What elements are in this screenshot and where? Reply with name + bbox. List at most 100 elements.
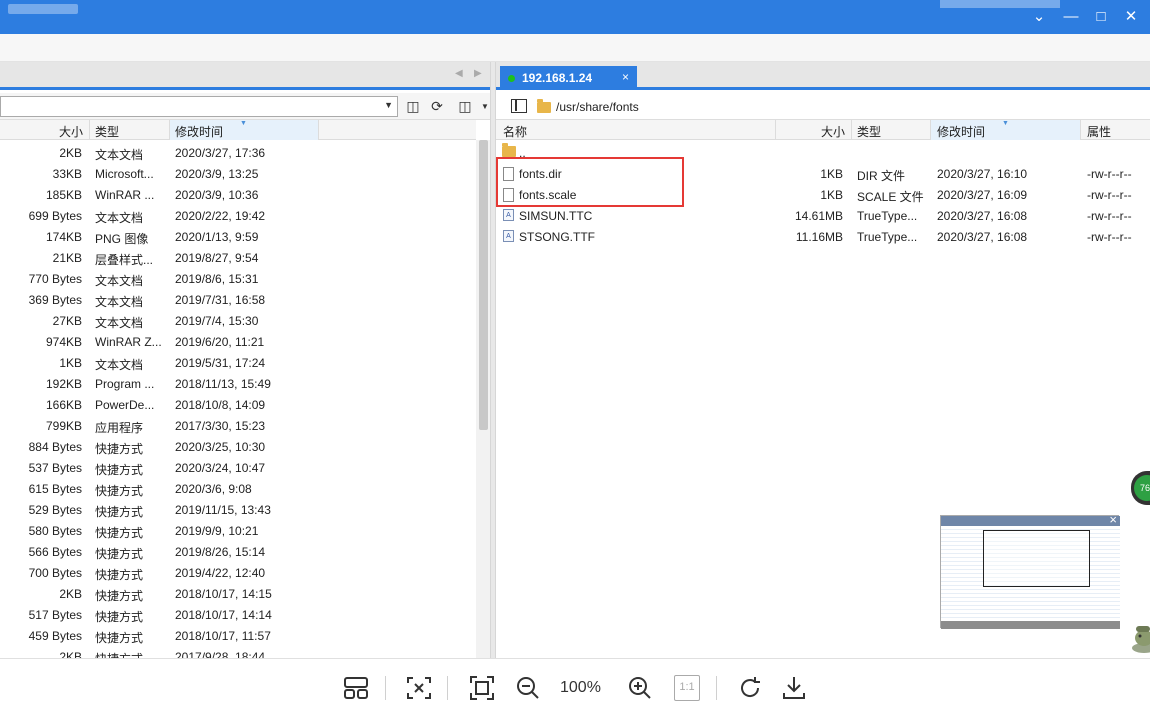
col-type[interactable]: 类型	[857, 123, 881, 140]
table-row[interactable]: 517 Bytes 快捷方式 2018/10/17, 14:14	[0, 604, 476, 625]
table-row[interactable]: 185KB WinRAR ... 2020/3/9, 10:36	[0, 184, 476, 205]
col-type[interactable]: 类型	[95, 123, 119, 140]
col-modified[interactable]: 修改时间	[937, 123, 985, 140]
download-icon[interactable]	[781, 675, 807, 701]
chevron-down-icon[interactable]: ⌄	[1024, 6, 1054, 28]
zoom-in-icon[interactable]	[627, 675, 653, 701]
cell-size: 537 Bytes	[28, 461, 82, 475]
local-path-bar: ▼ ◫ ⟳ ◫ ▼	[0, 93, 490, 120]
folder-icon	[502, 143, 516, 157]
cell-modified: 2018/10/17, 14:15	[175, 587, 272, 601]
cell-size: 11.16MB	[795, 230, 843, 244]
table-row[interactable]: 2KB 快捷方式 2018/10/17, 14:15	[0, 583, 476, 604]
col-size[interactable]: 大小	[59, 123, 83, 140]
cell-modified: 2020/1/13, 9:59	[175, 230, 259, 244]
cell-size: 14.61MB	[794, 209, 843, 223]
table-row[interactable]: A STSONG.TTF 11.16MB TrueType... 2020/3/27, …	[496, 226, 1150, 247]
col-size[interactable]: 大小	[821, 123, 845, 140]
thumbnail-navigator[interactable]: ×	[940, 512, 1120, 629]
app-title-blurred	[8, 4, 78, 14]
table-row[interactable]: 974KB WinRAR Z... 2019/6/20, 11:21	[0, 331, 476, 352]
table-row[interactable]: 27KB 文本文档 2019/7/4, 15:30	[0, 310, 476, 331]
cell-type: Microsoft...	[95, 167, 154, 181]
table-row[interactable]: 537 Bytes 快捷方式 2020/3/24, 10:47	[0, 457, 476, 478]
cell-modified: 2019/8/6, 15:31	[175, 272, 259, 286]
table-row[interactable]: 369 Bytes 文本文档 2019/7/31, 16:58	[0, 289, 476, 310]
rotate-icon[interactable]	[737, 675, 763, 701]
fullscreen-icon[interactable]	[469, 675, 495, 701]
scrollbar-thumb[interactable]	[479, 140, 488, 430]
cell-modified: 2019/7/4, 15:30	[175, 314, 259, 328]
actual-size-icon[interactable]: 1:1	[674, 675, 700, 701]
view-toggle-icon[interactable]: ◫	[456, 98, 474, 115]
cell-type: SCALE 文件	[857, 190, 924, 204]
remote-path[interactable]: /usr/share/fonts	[556, 100, 639, 114]
col-attrs[interactable]: 属性	[1087, 123, 1111, 140]
table-row[interactable]: 566 Bytes 快捷方式 2019/8/26, 15:14	[0, 541, 476, 562]
table-row[interactable]: 580 Bytes 快捷方式 2019/9/9, 10:21	[0, 520, 476, 541]
table-row[interactable]: 700 Bytes 快捷方式 2019/4/22, 12:40	[0, 562, 476, 583]
table-row[interactable]: 2KB 文本文档 2020/3/27, 17:36	[0, 142, 476, 163]
upload-folder-icon[interactable]: ◫	[404, 98, 422, 115]
cell-modified: 2020/3/9, 13:25	[175, 167, 259, 181]
menu-bar	[0, 34, 1150, 62]
local-scrollbar[interactable]	[476, 140, 490, 658]
cell-size: 21KB	[52, 251, 82, 265]
table-row[interactable]: 192KB Program ... 2018/11/13, 15:49	[0, 373, 476, 394]
table-row[interactable]: 459 Bytes 快捷方式 2018/10/17, 11:57	[0, 625, 476, 646]
close-icon[interactable]: ×	[622, 70, 629, 84]
navigator-title: ×	[941, 512, 1120, 527]
cell-size: 529 Bytes	[28, 503, 82, 517]
cell-type: 快捷方式	[95, 610, 144, 624]
close-icon[interactable]: ×	[1109, 512, 1117, 527]
local-path-combo[interactable]: ▼	[0, 96, 398, 117]
cell-modified: 2020/3/27, 16:08	[937, 209, 1028, 223]
badge-count: 76	[1134, 475, 1150, 501]
tab-scroll-right-icon[interactable]: ▶	[474, 68, 482, 79]
table-row[interactable]: 529 Bytes 快捷方式 2019/11/15, 13:43	[0, 499, 476, 520]
tab-scroll-left-icon[interactable]: ◀	[455, 68, 463, 79]
toolbar-separator	[447, 676, 448, 700]
col-modified[interactable]: 修改时间	[175, 123, 223, 140]
cell-type: 快捷方式	[95, 568, 144, 582]
table-row[interactable]: 699 Bytes 文本文档 2020/2/22, 19:42	[0, 205, 476, 226]
cell-attrs: -rw-r--r--	[1087, 167, 1132, 181]
table-row[interactable]: 33KB Microsoft... 2020/3/9, 13:25	[0, 163, 476, 184]
col-separator	[851, 120, 852, 140]
cell-name: STSONG.TTF	[519, 230, 595, 244]
highlight-box	[496, 157, 684, 207]
cell-size: 580 Bytes	[28, 524, 82, 538]
mascot-icon[interactable]	[1128, 618, 1150, 654]
fit-screen-icon[interactable]	[406, 675, 432, 701]
viewer-toolbar: 100% 1:1	[0, 658, 1150, 716]
table-row[interactable]: 799KB 应用程序 2017/3/30, 15:23	[0, 415, 476, 436]
cell-size: 2KB	[59, 587, 82, 601]
cell-attrs: -rw-r--r--	[1087, 188, 1132, 202]
cell-size: 192KB	[45, 377, 82, 391]
table-row[interactable]: A SIMSUN.TTC 14.61MB TrueType... 2020/3/27, …	[496, 205, 1150, 226]
close-button[interactable]: ✕	[1116, 6, 1146, 28]
table-row[interactable]: 21KB 层叠样式... 2019/8/27, 9:54	[0, 247, 476, 268]
refresh-icon[interactable]: ⟳	[428, 98, 446, 115]
table-row[interactable]: 1KB 文本文档 2019/5/31, 17:24	[0, 352, 476, 373]
table-row[interactable]: 615 Bytes 快捷方式 2020/3/6, 9:08	[0, 478, 476, 499]
cell-type: 快捷方式	[95, 484, 144, 498]
table-row[interactable]: 174KB PNG 图像 2020/1/13, 9:59	[0, 226, 476, 247]
layout-icon[interactable]	[343, 675, 369, 701]
table-row[interactable]: 770 Bytes 文本文档 2019/8/6, 15:31	[0, 268, 476, 289]
zoom-out-icon[interactable]	[515, 675, 541, 701]
minimize-button[interactable]: —	[1056, 6, 1086, 28]
title-bar: ⌄ — □ ✕	[0, 0, 1150, 34]
maximize-button[interactable]: □	[1086, 6, 1116, 28]
cell-modified: 2019/8/27, 9:54	[175, 251, 259, 265]
col-name[interactable]: 名称	[503, 123, 527, 140]
sidebar-toggle-icon[interactable]	[511, 99, 527, 113]
table-row[interactable]: 166KB PowerDe... 2018/10/8, 14:09	[0, 394, 476, 415]
navigator-viewport[interactable]	[983, 530, 1090, 587]
chevron-down-icon[interactable]: ▼	[384, 100, 393, 110]
tab-remote-host[interactable]: 192.168.1.24 ×	[500, 66, 637, 90]
table-row[interactable]: 884 Bytes 快捷方式 2020/3/25, 10:30	[0, 436, 476, 457]
col-separator	[930, 120, 931, 140]
cell-modified: 2020/3/27, 17:36	[175, 146, 266, 160]
sort-indicator-icon: ▼	[240, 120, 247, 127]
